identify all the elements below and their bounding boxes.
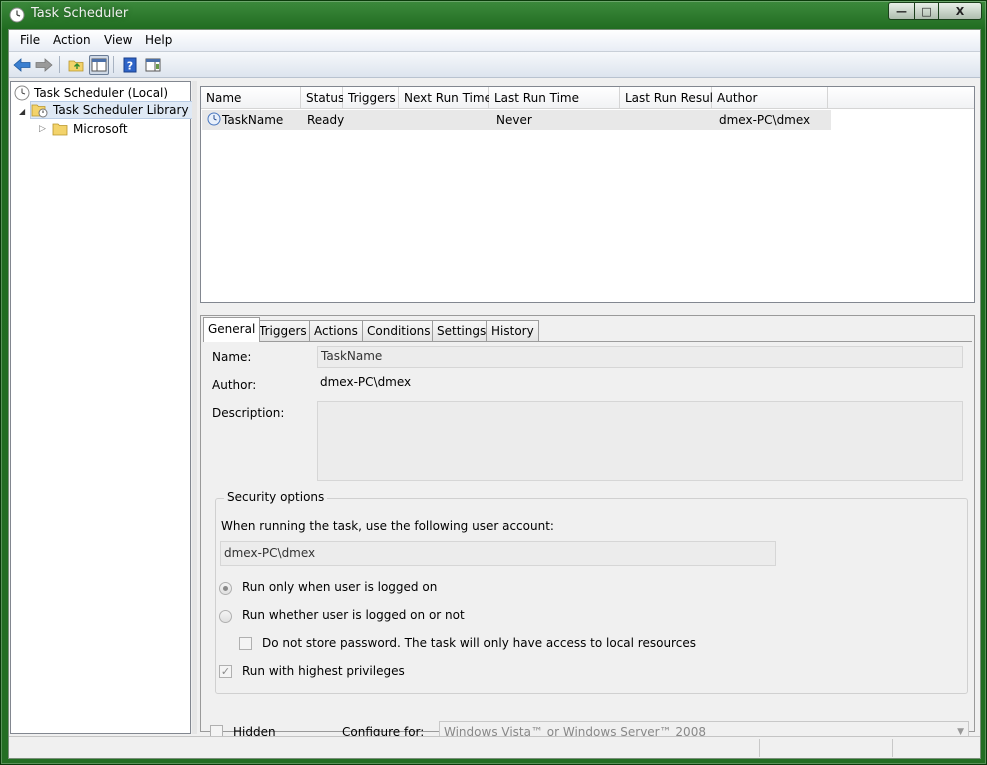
tab-settings[interactable]: Settings: [432, 320, 492, 341]
security-options-group: Security options When running the task, …: [215, 490, 968, 694]
run-only-logged-on-label[interactable]: Run only when user is logged on: [242, 580, 437, 594]
cell-status: Ready: [307, 113, 345, 127]
run-whether-logged-on-radio[interactable]: [219, 610, 232, 623]
help-button[interactable]: ?: [120, 55, 140, 75]
column-header-author[interactable]: Author: [712, 87, 828, 109]
show-hide-action-pane-button[interactable]: [143, 55, 163, 75]
tree-item-label: Microsoft: [73, 122, 128, 136]
title-bar[interactable]: Task Scheduler — □ X: [1, 1, 987, 29]
do-not-store-password-checkbox[interactable]: [239, 637, 252, 650]
status-separator: [892, 739, 893, 757]
tab-general[interactable]: General: [203, 317, 261, 342]
column-header-next-run-time[interactable]: Next Run Time: [399, 87, 492, 109]
maximize-icon: □: [921, 4, 932, 18]
tree-item-task-scheduler-library[interactable]: Task Scheduler Library: [30, 101, 193, 119]
tree-item-task-scheduler-local[interactable]: Task Scheduler (Local): [14, 84, 168, 102]
table-row[interactable]: TaskName Ready Never dmex-PC\dmex: [202, 110, 831, 130]
results-pane: Name Status Triggers Next Run Time Last …: [197, 81, 979, 743]
forward-button[interactable]: [34, 55, 54, 75]
column-header-last-run-time[interactable]: Last Run Time: [489, 87, 620, 109]
name-field[interactable]: TaskName: [317, 346, 963, 368]
collapsed-arrow-icon: ▷: [39, 124, 46, 134]
expanded-arrow-icon: ◢: [19, 106, 26, 116]
author-label: Author:: [212, 378, 257, 392]
cell-last-run-time: Never: [496, 113, 532, 127]
tab-triggers[interactable]: Triggers: [254, 320, 312, 341]
up-folder-button[interactable]: [66, 55, 86, 75]
column-header-filler: [828, 87, 974, 109]
folder-icon: [52, 123, 68, 136]
back-button[interactable]: [12, 55, 32, 75]
tab-conditions[interactable]: Conditions: [362, 320, 436, 341]
toolbar-separator: [59, 56, 60, 73]
up-folder-icon: [68, 60, 84, 72]
status-separator: [759, 739, 760, 757]
description-label: Description:: [212, 406, 285, 420]
task-clock-icon: [207, 112, 221, 126]
minimize-icon: —: [896, 4, 907, 18]
general-tab-body: Name: TaskName Author: dmex-PC\dmex Desc…: [203, 341, 972, 743]
folder-clock-icon: [31, 104, 48, 118]
tab-history[interactable]: History: [486, 320, 539, 341]
back-icon: [13, 58, 31, 72]
cell-name: TaskName: [222, 113, 284, 127]
user-account-field[interactable]: dmex-PC\dmex: [220, 541, 776, 566]
column-header-last-run-result[interactable]: Last Run Result: [620, 87, 718, 109]
menu-view[interactable]: View: [104, 33, 132, 47]
task-list: Name Status Triggers Next Run Time Last …: [200, 86, 975, 303]
tab-actions[interactable]: Actions: [309, 320, 363, 341]
description-field[interactable]: [317, 401, 963, 481]
task-properties-pane: General Triggers Actions Conditions Sett…: [200, 315, 975, 743]
menu-help[interactable]: Help: [145, 33, 172, 47]
run-whether-logged-on-label[interactable]: Run whether user is logged on or not: [242, 608, 465, 622]
clock-icon: [14, 85, 30, 101]
run-highest-privileges-checkbox[interactable]: ✓: [219, 665, 232, 678]
maximize-button[interactable]: □: [914, 2, 939, 20]
tree-item-label: Task Scheduler Library: [53, 103, 189, 117]
name-label: Name:: [212, 350, 252, 364]
clock-icon: [9, 7, 25, 23]
author-value: dmex-PC\dmex: [320, 375, 412, 389]
pane-splitter[interactable]: [197, 307, 979, 313]
help-icon: ?: [123, 57, 137, 73]
client-area: File Action View Help ? Task Scheduler (…: [8, 29, 981, 759]
cell-author: dmex-PC\dmex: [719, 113, 811, 127]
expand-library-toggle[interactable]: ◢: [19, 102, 29, 120]
toolbar-separator: [113, 56, 114, 73]
user-account-prompt: When running the task, use the following…: [221, 519, 554, 533]
column-header-status[interactable]: Status: [301, 87, 344, 109]
column-header-name[interactable]: Name: [201, 87, 301, 109]
close-icon: X: [955, 4, 965, 18]
menu-file[interactable]: File: [20, 33, 40, 47]
column-header-triggers[interactable]: Triggers: [343, 87, 399, 109]
security-options-title: Security options: [224, 490, 328, 504]
svg-text:?: ?: [127, 60, 133, 73]
show-hide-console-tree-button[interactable]: [89, 55, 109, 75]
close-button[interactable]: X: [938, 2, 982, 20]
forward-icon: [35, 58, 53, 72]
run-highest-privileges-label[interactable]: Run with highest privileges: [242, 664, 405, 678]
task-scheduler-window: Task Scheduler — □ X File Action View He…: [0, 0, 987, 765]
do-not-store-password-label[interactable]: Do not store password. The task will onl…: [262, 636, 696, 650]
show-hide-action-pane-icon: [145, 58, 161, 72]
tree-item-microsoft[interactable]: Microsoft: [52, 120, 128, 138]
show-hide-console-tree-icon: [91, 58, 107, 72]
console-tree: Task Scheduler (Local) ◢ Task Scheduler …: [10, 81, 193, 734]
window-title: Task Scheduler: [31, 6, 129, 21]
minimize-button[interactable]: —: [888, 2, 915, 20]
toolbar: ?: [9, 52, 980, 78]
expand-microsoft-toggle[interactable]: ▷: [39, 120, 49, 138]
status-bar: [9, 736, 980, 758]
menu-action[interactable]: Action: [53, 33, 91, 47]
menu-bar: File Action View Help: [9, 30, 980, 52]
checkmark-icon: ✓: [220, 665, 231, 678]
run-only-logged-on-radio[interactable]: [219, 582, 232, 595]
tree-item-label: Task Scheduler (Local): [34, 86, 169, 100]
